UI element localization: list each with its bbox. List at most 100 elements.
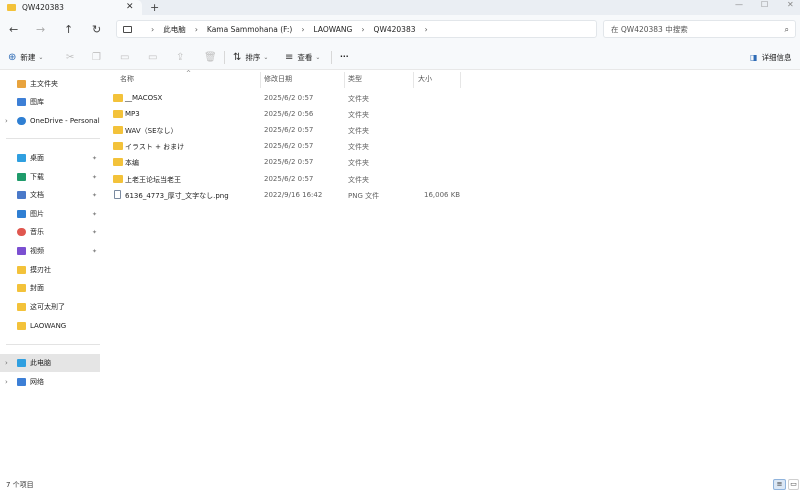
file-date: 2025/6/2 0:57 [264, 175, 314, 183]
file-type: 文件夹 [348, 111, 369, 119]
table-row[interactable]: WAV（SEなし） 2025/6/2 0:57 文件夹 [104, 122, 800, 138]
pc-icon [123, 25, 132, 33]
chevron-right-icon[interactable]: › [5, 359, 8, 367]
table-row[interactable]: イラスト + おまけ 2025/6/2 0:57 文件夹 [104, 138, 800, 154]
up-button[interactable]: ↑ [64, 23, 73, 36]
sort-button[interactable]: ⇅ 排序 ⌄ [233, 52, 268, 63]
pin-icon: ✦ [92, 247, 98, 255]
file-date: 2025/6/2 0:57 [264, 142, 314, 150]
pictures-icon [17, 210, 26, 218]
folder-icon [17, 322, 26, 330]
command-bar: ⊕ 新建 ⌄ ✂ ❐ ▭ ▭ ⇪ 🗑 ⇅ 排序 ⌄ ≡ 查看 ⌄ ··· ◨ 详… [0, 45, 800, 70]
table-row[interactable]: 上老王论坛当老王 2025/6/2 0:57 文件夹 [104, 171, 800, 187]
sidebar-item-label: 文档 [30, 191, 44, 199]
file-type: 文件夹 [348, 159, 369, 167]
delete-button[interactable]: 🗑 [204, 52, 221, 63]
file-name: 上老王论坛当老王 [125, 176, 181, 184]
breadcrumb-drive[interactable]: Kama Sammohana (F:) [207, 25, 292, 34]
minimize-button[interactable]: — [735, 0, 743, 9]
rename-button[interactable]: ▭ [148, 52, 161, 63]
music-icon [17, 228, 26, 236]
folder-icon [113, 110, 123, 118]
view-button[interactable]: ≡ 查看 ⌄ [285, 52, 320, 63]
pc-icon [17, 359, 26, 367]
details-view-button[interactable]: ≡ [773, 479, 786, 490]
sidebar-item-downloads[interactable]: 下载 ✦ [0, 168, 100, 186]
pin-icon: ✦ [92, 173, 98, 181]
address-bar[interactable]: › 此电脑 › Kama Sammohana (F:) › LAOWANG › … [116, 20, 597, 38]
table-row[interactable]: 本编 2025/6/2 0:57 文件夹 [104, 154, 800, 170]
document-icon [17, 191, 26, 199]
folder-icon [7, 4, 16, 11]
column-header-name[interactable]: 名称 [120, 74, 134, 84]
breadcrumb-laowang[interactable]: LAOWANG [314, 25, 353, 34]
close-window-button[interactable]: ✕ [787, 0, 794, 9]
sidebar-item-folder[interactable]: 这可太刑了 [0, 298, 100, 316]
item-count: 7 个项目 [6, 481, 34, 489]
folder-icon [113, 142, 123, 150]
sidebar-item-home[interactable]: 主文件夹 [0, 75, 100, 93]
sidebar-item-pictures[interactable]: 图片 ✦ [0, 205, 100, 223]
sidebar-item-folder[interactable]: 封面 [0, 279, 100, 297]
sidebar-item-desktop[interactable]: 桌面 ✦ [0, 149, 100, 167]
pin-icon: ✦ [92, 210, 98, 218]
sidebar-item-folder[interactable]: 摸刃社 [0, 261, 100, 279]
breadcrumb-this-pc[interactable]: 此电脑 [163, 24, 186, 35]
desktop-icon [17, 154, 26, 162]
sidebar-divider [6, 344, 100, 345]
column-header-type[interactable]: 类型 [348, 74, 362, 84]
breadcrumb-qw420383[interactable]: QW420383 [374, 25, 416, 34]
forward-button[interactable]: → [36, 23, 45, 36]
chevron-right-icon[interactable]: › [5, 378, 8, 386]
column-header-size[interactable]: 大小 [418, 74, 432, 84]
sidebar-item-documents[interactable]: 文档 ✦ [0, 186, 100, 204]
tiles-view-button[interactable]: ▭ [788, 479, 799, 490]
new-button[interactable]: ⊕ 新建 ⌄ [8, 52, 43, 63]
file-name: WAV（SEなし） [125, 127, 178, 135]
sidebar-item-music[interactable]: 音乐 ✦ [0, 223, 100, 241]
file-date: 2025/6/2 0:57 [264, 158, 314, 166]
chevron-right-icon[interactable]: › [5, 117, 8, 125]
column-header-date[interactable]: 修改日期 [264, 74, 292, 84]
cut-icon: ✂ [66, 52, 75, 63]
file-name: 本编 [125, 159, 139, 167]
copy-button[interactable]: ❐ [92, 52, 105, 63]
more-options-button[interactable]: ··· [340, 52, 349, 61]
share-button[interactable]: ⇪ [176, 52, 188, 63]
cut-button[interactable]: ✂ [66, 52, 78, 63]
column-divider[interactable] [413, 72, 414, 88]
sidebar-item-videos[interactable]: 视频 ✦ [0, 242, 100, 260]
maximize-button[interactable]: ☐ [761, 0, 768, 9]
image-file-icon [114, 190, 121, 199]
search-input[interactable]: 在 QW420383 中搜索 ⌕ [603, 20, 796, 38]
sidebar-item-label: 视频 [30, 247, 44, 255]
sidebar-item-label: 图片 [30, 210, 44, 218]
sidebar-item-label: 桌面 [30, 154, 44, 162]
trash-icon: 🗑 [204, 52, 217, 63]
back-button[interactable]: ← [9, 23, 18, 36]
sort-icon: ⇅ [233, 52, 242, 63]
file-size: 16,006 KB [424, 191, 461, 199]
sidebar-item-folder[interactable]: LAOWANG [0, 317, 100, 335]
file-date: 2025/6/2 0:57 [264, 94, 314, 102]
table-row[interactable]: __MACOSX 2025/6/2 0:57 文件夹 [104, 90, 800, 106]
sidebar-item-network[interactable]: › 网络 [0, 373, 100, 391]
details-pane-button[interactable]: ◨ 详细信息 [750, 52, 792, 63]
paste-button[interactable]: ▭ [120, 52, 133, 63]
new-tab-button[interactable]: + [150, 1, 159, 14]
column-divider[interactable] [460, 72, 461, 88]
search-icon[interactable]: ⌕ [785, 21, 789, 38]
column-divider[interactable] [260, 72, 261, 88]
folder-icon [17, 303, 26, 311]
sidebar-item-this-pc[interactable]: › 此电脑 [0, 354, 100, 372]
sidebar-item-gallery[interactable]: 图库 [0, 93, 100, 111]
tab-qw420383[interactable]: QW420383 ✕ [0, 0, 142, 15]
refresh-button[interactable]: ↻ [92, 23, 101, 36]
tab-close-button[interactable]: ✕ [126, 2, 134, 12]
sidebar-item-onedrive[interactable]: › OneDrive - Personal [0, 112, 100, 130]
table-row[interactable]: 6136_4773_厚寸_文字なし.png 2022/9/16 16:42 PN… [104, 187, 800, 203]
sidebar-item-label: 图库 [30, 98, 44, 106]
status-bar: 7 个项目 ≡ ▭ [0, 475, 800, 491]
column-divider[interactable] [344, 72, 345, 88]
table-row[interactable]: MP3 2025/6/2 0:56 文件夹 [104, 106, 800, 122]
